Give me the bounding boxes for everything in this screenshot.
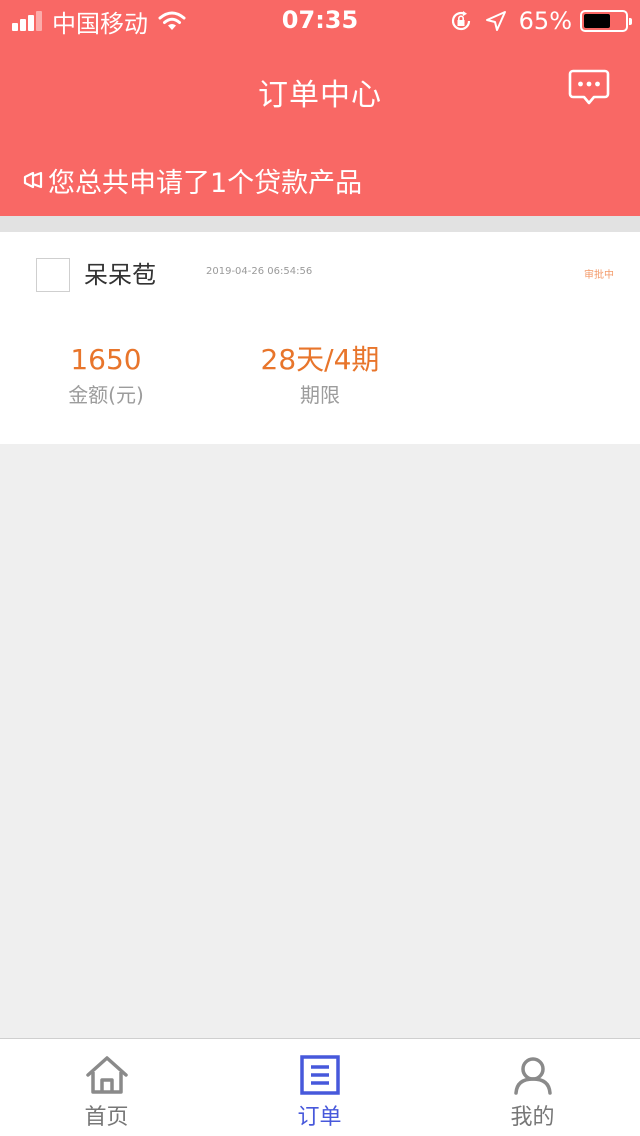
product-logo [36, 258, 70, 292]
term-value: 28天/4期 [260, 343, 380, 376]
order-card[interactable]: 呆呆苞 2019-04-26 06:54:56 审批中 1650 金额(元) 2… [0, 232, 640, 444]
amount-label: 金额(元) [68, 383, 144, 407]
chat-bubble-icon [568, 69, 610, 105]
amount-value: 1650 [70, 343, 142, 376]
amount-stat: 1650 金额(元) [46, 342, 166, 408]
section-divider [0, 216, 640, 232]
tab-home[interactable]: 首页 [0, 1039, 213, 1136]
product-name: 呆呆苞 [84, 261, 156, 289]
tab-order[interactable]: 订单 [213, 1039, 426, 1136]
battery-icon [580, 10, 632, 32]
tab-home-label: 首页 [84, 1105, 129, 1130]
term-stat: 28天/4期 期限 [240, 342, 400, 408]
tab-order-label: 订单 [297, 1105, 342, 1130]
bottom-tab-bar: 首页 订单 我的 [0, 1038, 640, 1136]
tab-mine[interactable]: 我的 [426, 1039, 639, 1136]
header: 中国移动 07:35 65% 订单中心 您总共申请了1个贷款产品 [0, 0, 640, 216]
term-label: 期限 [300, 383, 340, 407]
page-title: 订单中心 [258, 78, 382, 113]
notice-bar: 您总共申请了1个贷款产品 [22, 160, 362, 200]
notice-text: 您总共申请了1个贷款产品 [48, 167, 363, 199]
order-time: 2019-04-26 06:54:56 [206, 266, 313, 277]
order-status-badge: 审批中 [584, 270, 614, 281]
battery-percentage: 65% [518, 7, 572, 35]
message-button[interactable] [568, 68, 610, 108]
megaphone-icon [23, 171, 43, 189]
rotation-lock-icon [451, 11, 470, 31]
location-icon [485, 11, 506, 31]
tab-mine-label: 我的 [510, 1105, 555, 1130]
order-list-icon [299, 1055, 340, 1095]
status-bar: 中国移动 07:35 65% [0, 0, 640, 40]
person-icon [513, 1057, 552, 1095]
home-icon [85, 1056, 128, 1094]
